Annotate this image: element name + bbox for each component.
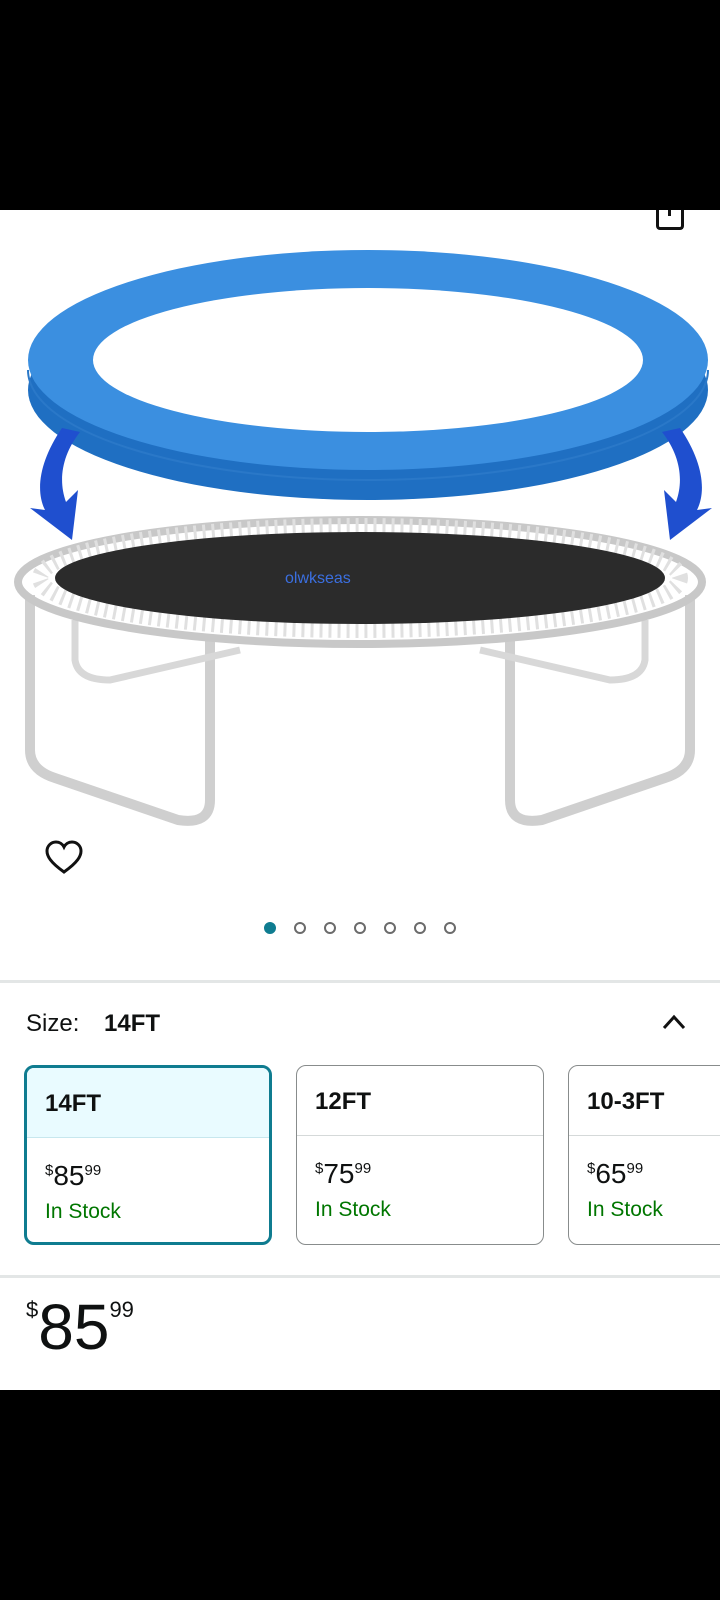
size-option-stock: In Stock	[45, 1200, 121, 1223]
size-option-name: 12FT	[297, 1066, 543, 1136]
section-divider	[0, 1275, 720, 1278]
heart-icon[interactable]	[44, 838, 84, 878]
size-option-price: $8599	[45, 1160, 102, 1191]
size-options: 14FT $8599 In Stock 12FT $7599 In Stock …	[24, 1065, 720, 1245]
image-carousel-dots	[0, 922, 720, 934]
product-screen: olwkseas Size: 14FT 14FT $8599 In Stock …	[0, 210, 720, 1390]
size-label: Size:	[26, 1010, 80, 1037]
size-selected-value: 14FT	[104, 1010, 161, 1037]
size-option-price: $6599	[587, 1158, 644, 1189]
carousel-dot[interactable]	[384, 922, 396, 934]
size-option-stock: In Stock	[315, 1198, 391, 1221]
size-option-14ft[interactable]: 14FT $8599 In Stock	[24, 1065, 272, 1245]
carousel-dot[interactable]	[354, 922, 366, 934]
trampoline-frame-image: olwkseas	[14, 516, 706, 826]
arrow-right-icon	[662, 428, 712, 540]
carousel-dot[interactable]	[294, 922, 306, 934]
size-option-stock: In Stock	[587, 1198, 663, 1221]
size-option-name: 14FT	[27, 1068, 269, 1138]
product-price: $8599	[26, 1291, 134, 1363]
chevron-up-icon[interactable]	[660, 1010, 688, 1034]
section-divider	[0, 980, 720, 983]
carousel-dot[interactable]	[414, 922, 426, 934]
size-option-10-3ft[interactable]: 10-3FT $6599 In Stock	[568, 1065, 720, 1245]
size-selector-header[interactable]: Size: 14FT	[26, 1010, 160, 1038]
svg-text:olwkseas: olwkseas	[285, 570, 351, 587]
carousel-dot[interactable]	[444, 922, 456, 934]
size-option-name: 10-3FT	[569, 1066, 720, 1136]
carousel-dot[interactable]	[324, 922, 336, 934]
size-option-price: $7599	[315, 1158, 372, 1189]
product-image[interactable]: olwkseas	[0, 210, 720, 850]
arrow-left-icon	[30, 428, 80, 540]
trampoline-pad-image	[27, 250, 709, 500]
size-option-12ft[interactable]: 12FT $7599 In Stock	[296, 1065, 544, 1245]
carousel-dot[interactable]	[264, 922, 276, 934]
